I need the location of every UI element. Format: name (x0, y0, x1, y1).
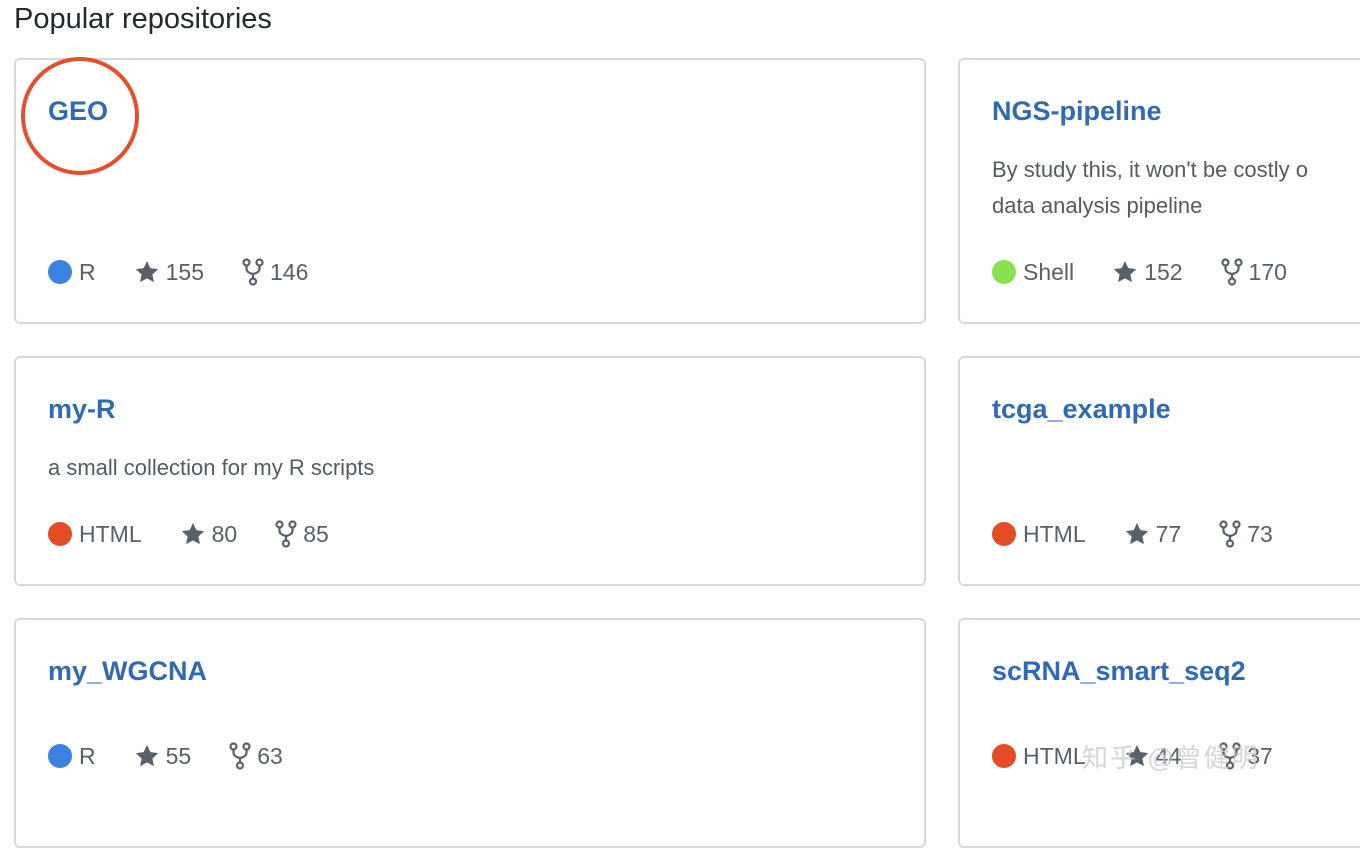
stars-count: 80 (211, 520, 238, 547)
language-label: Shell (1023, 258, 1075, 285)
language-color-dot (48, 522, 72, 546)
fork-icon (1220, 258, 1243, 286)
watermark: 知乎 @曾健明 (1082, 743, 1260, 773)
section-title: Popular repositories (14, 3, 272, 35)
forks-count: 63 (257, 742, 283, 769)
repo-meta: R 155 146 (48, 258, 308, 286)
repo-forks-link[interactable]: 146 (242, 258, 308, 286)
stars-count: 55 (165, 742, 192, 769)
forks-count: 146 (270, 258, 309, 285)
repo-card-scrna-smart-seq2: scRNA_smart_seq2 HTML 44 37 (958, 618, 1360, 848)
repo-language: HTML (992, 743, 1086, 770)
stars-count: 152 (1144, 258, 1183, 285)
fork-icon (1219, 520, 1241, 548)
repo-stars-link[interactable]: 77 (1124, 520, 1182, 548)
repo-card-ngs-pipeline: NGS-pipeline By study this, it won't be … (958, 58, 1360, 324)
star-icon (135, 260, 158, 283)
repo-card-geo: GEO R 155 146 (14, 58, 926, 324)
repo-link-tcga-example[interactable]: tcga_example (992, 394, 1171, 425)
language-color-dot (992, 522, 1016, 546)
repo-card-my-wgcna: my_WGCNA R 55 63 (14, 618, 926, 848)
language-label: R (79, 258, 96, 285)
repo-link-my-r[interactable]: my-R (48, 394, 116, 425)
repo-link-scrna-smart-seq2[interactable]: scRNA_smart_seq2 (992, 656, 1246, 687)
repo-stars-link[interactable]: 80 (180, 520, 238, 548)
language-color-dot (48, 260, 72, 284)
language-label: R (79, 742, 96, 769)
repo-link-my-wgcna[interactable]: my_WGCNA (48, 656, 207, 687)
star-icon (1113, 260, 1137, 283)
repo-stars-link[interactable]: 152 (1112, 258, 1183, 286)
star-icon (135, 744, 158, 767)
repo-card-tcga-example: tcga_example HTML 77 73 (958, 356, 1360, 586)
repo-language: R (48, 743, 96, 770)
language-color-dot (992, 260, 1016, 284)
language-label: HTML (1023, 742, 1086, 769)
repo-stars-link[interactable]: 55 (134, 742, 192, 770)
repo-meta: Shell 152 170 (992, 258, 1287, 286)
language-color-dot (992, 744, 1016, 768)
stars-count: 155 (165, 258, 204, 285)
star-icon (1125, 522, 1148, 545)
repo-language: Shell (992, 259, 1074, 286)
star-icon (181, 522, 204, 545)
repo-description: a small collection for my R scripts (48, 455, 375, 480)
repo-link-ngs-pipeline[interactable]: NGS-pipeline (992, 96, 1162, 127)
repo-link-geo[interactable]: GEO (48, 96, 108, 127)
repo-forks-link[interactable]: 85 (275, 520, 329, 548)
repo-forks-link[interactable]: 73 (1219, 520, 1273, 548)
language-color-dot (48, 744, 72, 768)
forks-count: 73 (1247, 520, 1273, 547)
stars-count: 77 (1155, 520, 1182, 547)
fork-icon (242, 258, 264, 286)
repo-language: HTML (48, 521, 142, 548)
repo-meta: HTML 77 73 (992, 520, 1273, 548)
repo-meta: HTML 80 85 (48, 520, 329, 548)
language-label: HTML (1023, 520, 1086, 547)
repo-forks-link[interactable]: 170 (1220, 258, 1287, 286)
fork-icon (275, 520, 297, 548)
repo-stars-link[interactable]: 155 (134, 259, 204, 286)
repo-description: By study this, it won't be costly o data… (992, 157, 1309, 218)
language-label: HTML (79, 520, 142, 547)
repo-language: HTML (992, 521, 1086, 548)
forks-count: 170 (1248, 258, 1287, 285)
repo-card-my-r: my-R a small collection for my R scripts… (14, 356, 926, 586)
forks-count: 85 (303, 520, 329, 547)
repo-language: R (48, 259, 96, 286)
